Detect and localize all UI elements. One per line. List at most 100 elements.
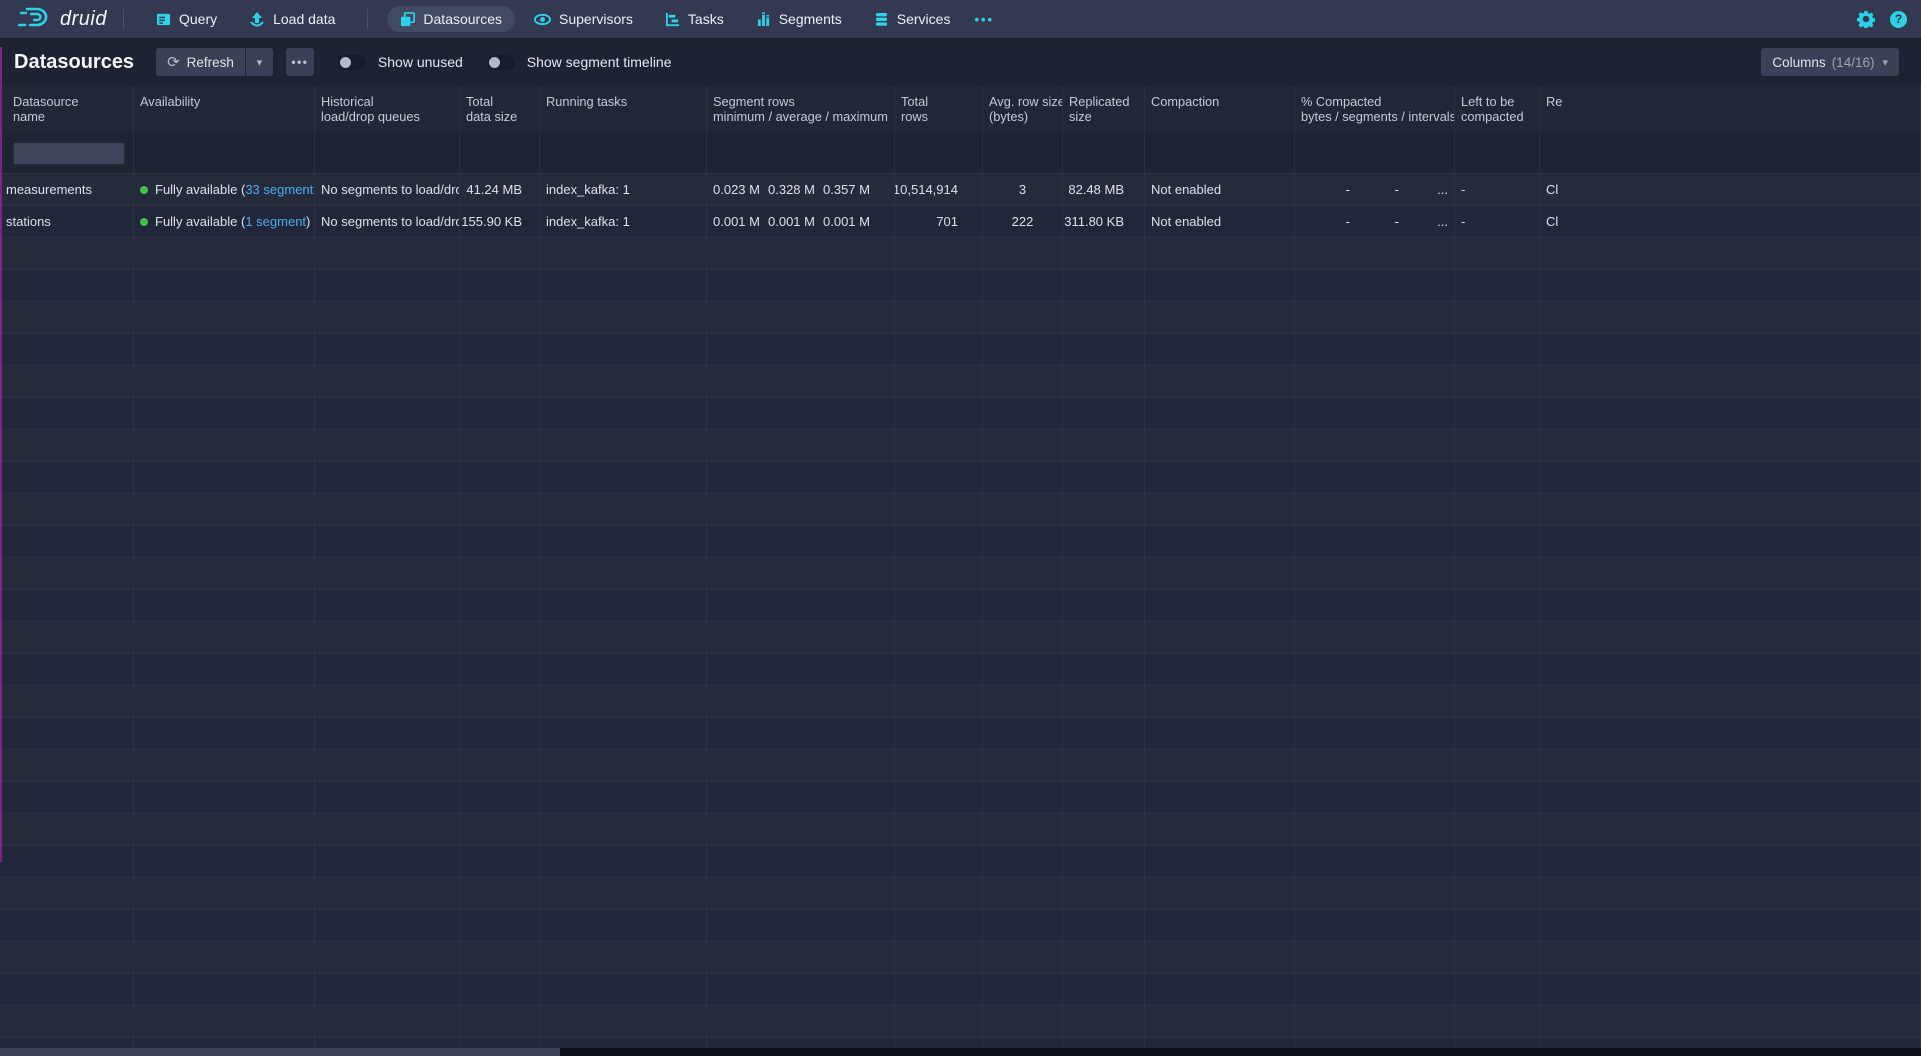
col-header-left-to-compact[interactable]: Left to becompacted xyxy=(1455,86,1540,134)
empty-cell xyxy=(0,942,134,973)
nav-more-button[interactable]: ••• xyxy=(966,7,1002,32)
empty-cell xyxy=(1540,750,1921,781)
empty-cell xyxy=(895,590,983,621)
table-row-stations[interactable]: stations Fully available (1 segment) No … xyxy=(0,206,1921,238)
cell-running-tasks: index_kafka: 1 xyxy=(540,206,707,237)
table-row-empty xyxy=(0,526,1921,558)
empty-cell xyxy=(1455,494,1540,525)
empty-cell xyxy=(983,398,1063,429)
empty-cell xyxy=(540,366,707,397)
empty-cell xyxy=(540,494,707,525)
empty-cell xyxy=(1455,462,1540,493)
col-header-total-rows[interactable]: Totalrows xyxy=(895,86,983,134)
empty-cell xyxy=(707,686,895,717)
empty-cell xyxy=(1295,590,1455,621)
empty-cell xyxy=(1540,942,1921,973)
empty-cell xyxy=(707,782,895,813)
settings-gear-icon[interactable] xyxy=(1857,10,1875,28)
empty-cell xyxy=(1540,366,1921,397)
table-row-empty xyxy=(0,686,1921,718)
empty-cell xyxy=(1063,814,1145,845)
segments-link[interactable]: 1 segment xyxy=(245,214,306,229)
empty-cell xyxy=(707,942,895,973)
segments-link[interactable]: 33 segments xyxy=(245,182,315,197)
empty-cell xyxy=(0,526,134,557)
empty-cell xyxy=(460,686,540,717)
datasource-filter-input[interactable] xyxy=(13,142,125,165)
col-header-retention[interactable]: Re xyxy=(1540,86,1921,134)
empty-cell xyxy=(1145,814,1295,845)
empty-cell xyxy=(1145,558,1295,589)
empty-cell xyxy=(1145,782,1295,813)
empty-cell xyxy=(134,430,315,461)
cell-avg-row-size: 222 xyxy=(983,206,1063,237)
empty-cell xyxy=(460,974,540,1005)
nav-item-load-data[interactable]: Load data xyxy=(236,6,348,32)
query-icon xyxy=(156,12,171,27)
col-header-replicated-size[interactable]: Replicatedsize xyxy=(1063,86,1145,134)
empty-cell xyxy=(315,366,460,397)
empty-cell xyxy=(895,238,983,269)
empty-cell xyxy=(1145,238,1295,269)
table-row-measurements[interactable]: measurements Fully available (33 segment… xyxy=(0,174,1921,206)
col-header-segment-rows[interactable]: Segment rowsminimum / average / maximum xyxy=(707,86,895,134)
show-segment-timeline-toggle[interactable]: Show segment timeline xyxy=(487,54,672,70)
horizontal-scrollbar-thumb[interactable] xyxy=(0,1048,560,1056)
cell-total-rows: 10,514,914 xyxy=(895,174,983,205)
nav-item-services[interactable]: Services xyxy=(861,6,964,32)
empty-cell xyxy=(895,718,983,749)
empty-cell xyxy=(1455,398,1540,429)
nav-item-tasks[interactable]: Tasks xyxy=(652,6,737,32)
empty-cell xyxy=(895,814,983,845)
col-header-historical-queues[interactable]: Historicalload/drop queues xyxy=(315,86,460,134)
col-header-avg-row-size[interactable]: Avg. row size(bytes) xyxy=(983,86,1063,134)
empty-cell xyxy=(315,622,460,653)
empty-cell xyxy=(460,878,540,909)
empty-cell xyxy=(1295,942,1455,973)
empty-cell xyxy=(0,590,134,621)
refresh-interval-dropdown[interactable]: ▾ xyxy=(246,48,273,76)
col-header-running-tasks[interactable]: Running tasks xyxy=(540,86,707,134)
empty-cell xyxy=(134,558,315,589)
empty-cell xyxy=(315,782,460,813)
empty-cell xyxy=(983,654,1063,685)
empty-cell xyxy=(1295,686,1455,717)
empty-cell xyxy=(315,270,460,301)
nav-item-datasources[interactable]: Datasources xyxy=(387,6,515,32)
empty-cell xyxy=(1455,910,1540,941)
empty-cell xyxy=(1295,462,1455,493)
col-header-pct-compacted[interactable]: % Compactedbytes / segments / intervals xyxy=(1295,86,1455,134)
nav-item-segments[interactable]: Segments xyxy=(743,6,855,32)
refresh-button[interactable]: ⟳ Refresh xyxy=(156,48,245,76)
more-actions-button[interactable]: ••• xyxy=(286,48,314,76)
empty-cell xyxy=(1540,398,1921,429)
table-row-empty xyxy=(0,494,1921,526)
empty-cell xyxy=(1455,718,1540,749)
col-header-compaction[interactable]: Compaction xyxy=(1145,86,1295,134)
help-icon[interactable]: ? xyxy=(1890,11,1907,28)
nav-item-label: Tasks xyxy=(688,11,724,27)
empty-cell xyxy=(707,462,895,493)
empty-cell xyxy=(315,718,460,749)
col-header-datasource-name[interactable]: Datasourcename xyxy=(0,86,134,134)
empty-cell xyxy=(983,430,1063,461)
empty-cell xyxy=(707,430,895,461)
empty-cell xyxy=(540,302,707,333)
col-header-availability[interactable]: Availability xyxy=(134,86,315,134)
empty-cell xyxy=(315,1006,460,1037)
empty-cell xyxy=(460,462,540,493)
empty-cell xyxy=(1063,686,1145,717)
empty-cell xyxy=(1145,974,1295,1005)
table-row-empty xyxy=(0,782,1921,814)
table-row-empty xyxy=(0,910,1921,942)
show-unused-toggle[interactable]: Show unused xyxy=(338,54,463,70)
cell-total-data-size: 155.90 KB xyxy=(460,206,540,237)
col-header-total-data-size[interactable]: Totaldata size xyxy=(460,86,540,134)
empty-cell xyxy=(895,686,983,717)
nav-item-query[interactable]: Query xyxy=(143,6,230,32)
druid-logo[interactable]: druid xyxy=(18,5,107,34)
empty-cell xyxy=(460,1006,540,1037)
nav-item-supervisors[interactable]: Supervisors xyxy=(521,6,646,32)
empty-cell xyxy=(1295,878,1455,909)
columns-picker-button[interactable]: Columns (14/16) ▾ xyxy=(1761,48,1899,76)
